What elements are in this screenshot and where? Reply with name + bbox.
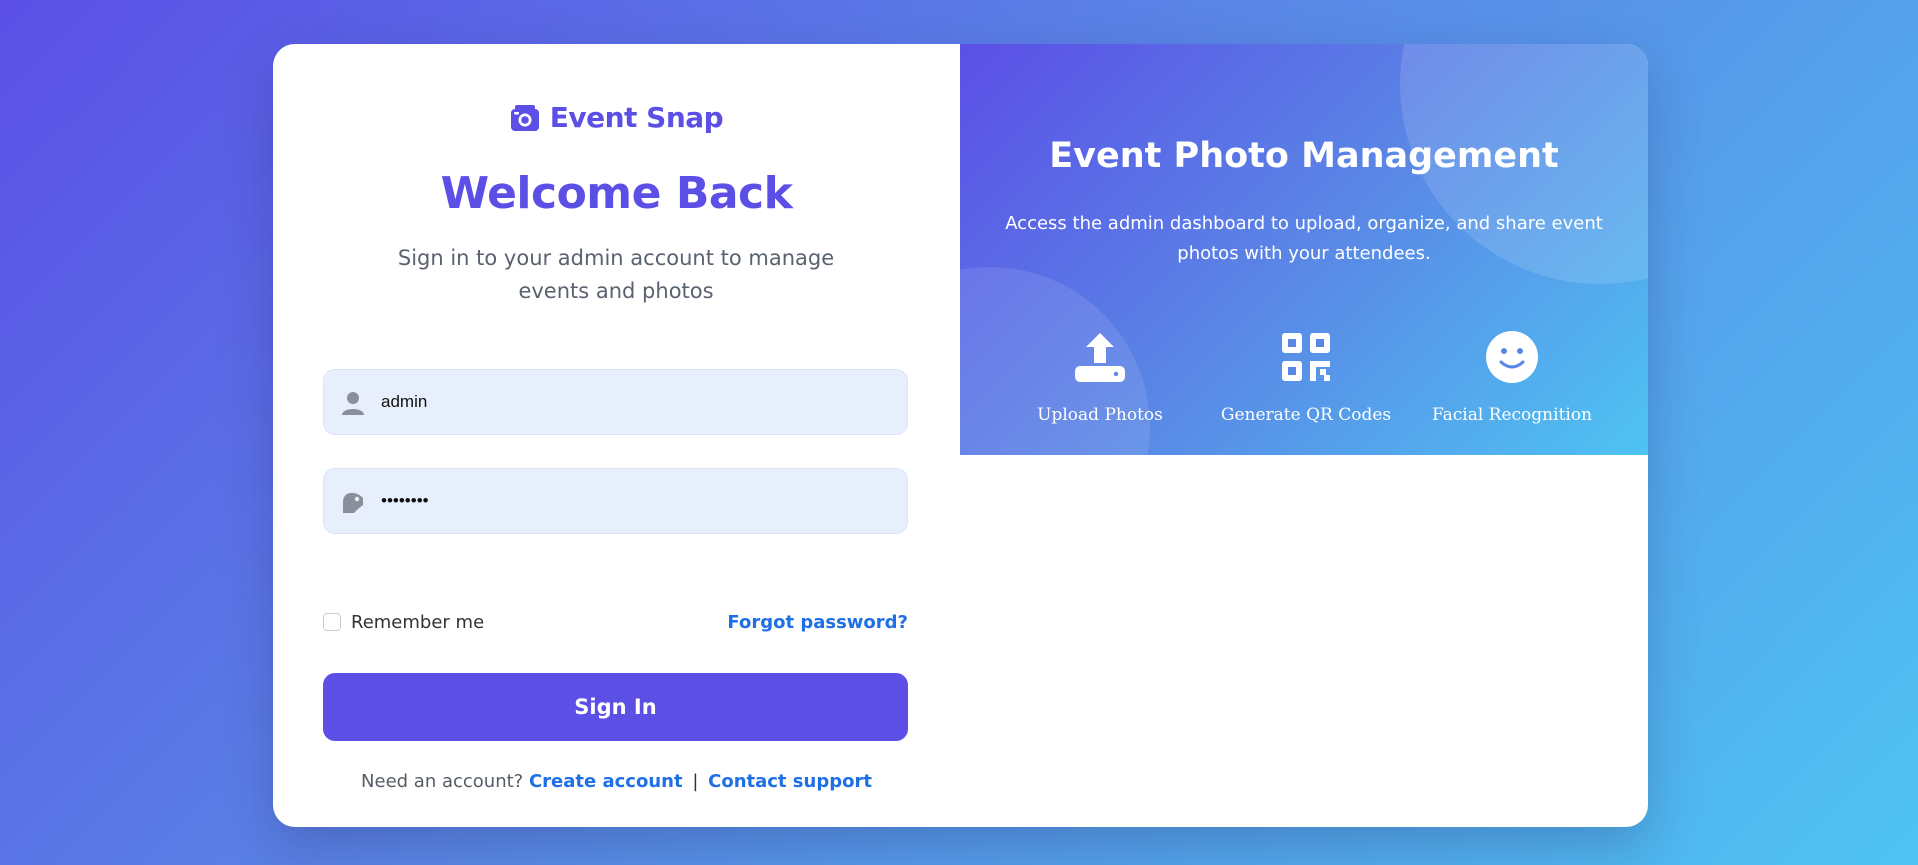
username-input[interactable] — [381, 370, 881, 434]
login-panel: Event Snap Welcome Back Sign in to your … — [273, 44, 960, 827]
promo-panel: Event Photo Management Access the admin … — [960, 44, 1648, 455]
feature-label: Generate QR Codes — [1220, 405, 1392, 425]
page-title: Welcome Back — [440, 168, 793, 219]
create-account-link[interactable]: Create account — [529, 771, 683, 792]
username-field[interactable] — [323, 369, 908, 435]
account-help-line: Need an account? Create account | Contac… — [273, 771, 960, 792]
promo-title: Event Photo Management — [1049, 136, 1559, 176]
remember-me-label: Remember me — [351, 611, 485, 633]
brand-logo: Event Snap — [273, 101, 960, 134]
qr-code-icon — [1282, 333, 1330, 381]
feature-label: Upload Photos — [1037, 405, 1163, 425]
forgot-password-link[interactable]: Forgot password? — [727, 612, 908, 633]
contact-support-link[interactable]: Contact support — [708, 771, 872, 792]
sign-in-button[interactable]: Sign In — [323, 673, 908, 741]
smile-icon — [1486, 331, 1538, 383]
login-options-row: Remember me Forgot password? — [323, 607, 908, 637]
key-icon — [343, 492, 363, 513]
promo-description: Access the admin dashboard to upload, or… — [1005, 213, 1603, 264]
login-card: Event Snap Welcome Back Sign in to your … — [273, 44, 1648, 827]
brand-name: Event Snap — [549, 101, 724, 134]
feature-facial-recognition: Facial Recognition — [1409, 330, 1615, 425]
password-input[interactable] — [381, 469, 881, 533]
feature-upload-photos: Upload Photos — [997, 330, 1203, 425]
upload-icon — [1075, 333, 1125, 382]
login-subtitle: Sign in to your admin account to manage … — [397, 246, 835, 303]
password-field[interactable] — [323, 468, 908, 534]
feature-generate-qr-codes: Generate QR Codes — [1203, 330, 1409, 425]
need-account-text: Need an account? — [361, 771, 524, 792]
camera-icon — [510, 104, 539, 131]
remember-me-checkbox[interactable] — [323, 613, 341, 631]
remember-me[interactable]: Remember me — [323, 612, 484, 633]
link-separator: | — [692, 771, 699, 792]
feature-label: Facial Recognition — [1431, 405, 1593, 425]
user-icon — [342, 392, 364, 415]
